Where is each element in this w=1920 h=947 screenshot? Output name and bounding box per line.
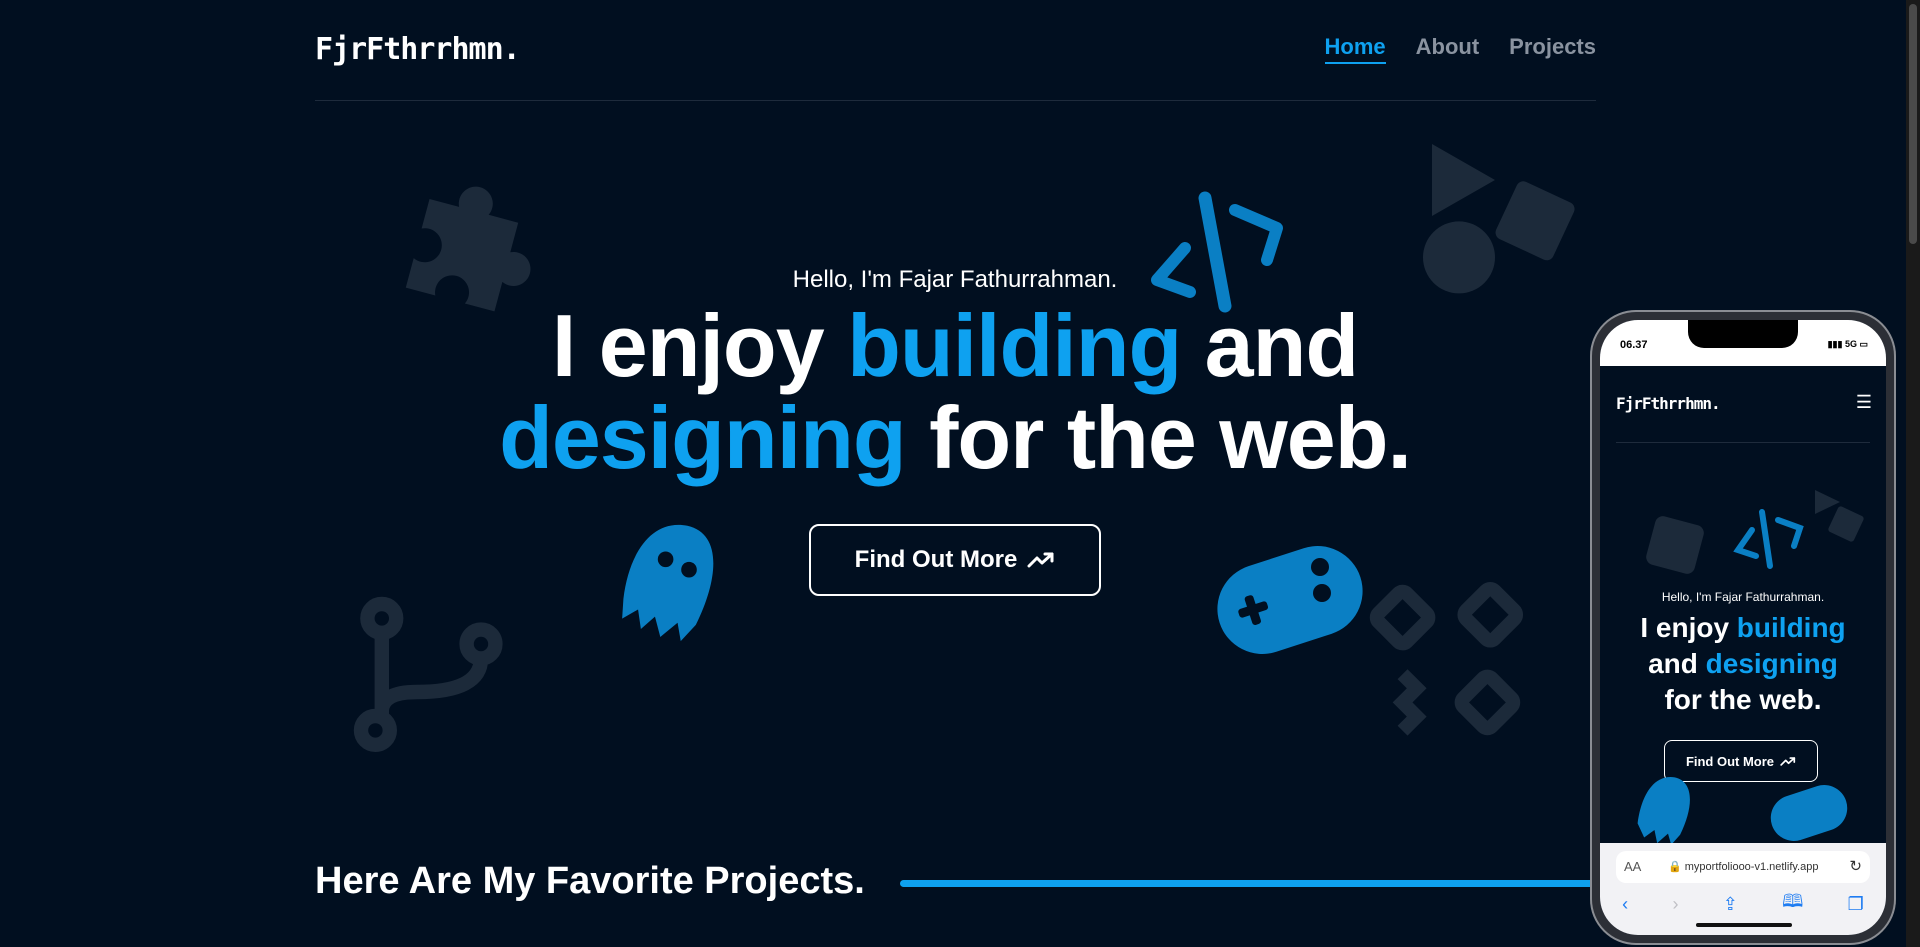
reload-icon[interactable]: ↻ bbox=[1849, 857, 1862, 875]
phone-statusbar: 06.37 ▮▮▮ 5G ▭ bbox=[1600, 320, 1886, 366]
phone-headline-text: for the web. bbox=[1664, 684, 1822, 715]
phone-headline-text: I enjoy bbox=[1640, 612, 1737, 643]
hero-greeting: Hello, I'm Fajar Fathurrahman. bbox=[792, 266, 1118, 293]
site-logo[interactable]: FjrFthrrhmn. bbox=[315, 32, 521, 67]
phone-decor-icons-bottom bbox=[1637, 777, 1848, 845]
trending-up-icon bbox=[1780, 756, 1796, 766]
phone-headline-highlight: building bbox=[1736, 612, 1846, 643]
browser-toolbar: ‹ › ⇪ 🕮 ❐ bbox=[1600, 889, 1886, 919]
headline-text: for the web. bbox=[905, 388, 1412, 487]
cta-label: Find Out More bbox=[854, 546, 1018, 573]
headline-highlight: designing bbox=[499, 388, 907, 487]
url-value: myportfoliooo-v1.netlify.app bbox=[1684, 861, 1819, 873]
phone-notch bbox=[1688, 320, 1798, 348]
home-indicator bbox=[1696, 923, 1792, 927]
share-icon[interactable]: ⇪ bbox=[1723, 894, 1738, 915]
projects-heading: Here Are My Favorite Projects. bbox=[315, 860, 865, 902]
nav-link-projects[interactable]: Projects bbox=[1509, 34, 1596, 64]
tabs-icon[interactable]: ❐ bbox=[1848, 894, 1864, 915]
forward-icon[interactable]: › bbox=[1672, 894, 1678, 915]
bookmarks-icon[interactable]: 🕮 bbox=[1782, 889, 1803, 919]
headline-highlight: building bbox=[847, 296, 1182, 395]
ghost-icon bbox=[622, 524, 714, 642]
url-text: 🔒 myportfoliooo-v1.netlify.app bbox=[1668, 861, 1819, 873]
page-scrollbar[interactable] bbox=[1906, 0, 1920, 947]
page: FjrFthrrhmn. Home About Projects Hello, … bbox=[0, 0, 1906, 947]
top-navbar: FjrFthrrhmn. Home About Projects bbox=[315, 28, 1596, 101]
phone-logo[interactable]: FjrFthrrhmn. bbox=[1616, 394, 1721, 413]
nav-link-about[interactable]: About bbox=[1416, 34, 1480, 64]
address-bar[interactable]: AA 🔒 myportfoliooo-v1.netlify.app ↻ bbox=[1616, 851, 1870, 883]
back-icon[interactable]: ‹ bbox=[1622, 894, 1628, 915]
nav-links: Home About Projects bbox=[1324, 34, 1596, 64]
phone-signal: ▮▮▮ 5G ▭ bbox=[1827, 339, 1868, 349]
nav-link-home[interactable]: Home bbox=[1324, 34, 1386, 64]
trending-up-icon bbox=[1027, 552, 1054, 568]
phone-headline-text: and bbox=[1648, 648, 1706, 679]
phone-hero-greeting: Hello, I'm Fajar Fathurrahman. bbox=[1661, 590, 1825, 604]
phone-decor-icons bbox=[1646, 490, 1864, 574]
projects-divider bbox=[900, 880, 1600, 887]
reader-mode-button[interactable]: AA bbox=[1624, 859, 1641, 874]
find-out-more-button[interactable]: Find Out More bbox=[809, 524, 1101, 596]
headline-text: I enjoy bbox=[551, 296, 848, 395]
browser-bar: AA 🔒 myportfoliooo-v1.netlify.app ↻ ‹ › … bbox=[1600, 843, 1886, 935]
phone-hero-headline: I enjoy building and designing for the w… bbox=[1600, 610, 1886, 718]
qr-icon bbox=[1369, 581, 1524, 736]
branch-icon bbox=[353, 596, 503, 752]
phone-network: 5G bbox=[1844, 339, 1857, 349]
scrollbar-thumb[interactable] bbox=[1909, 4, 1917, 244]
phone-time: 06.37 bbox=[1620, 339, 1648, 351]
phone-screen: 06.37 ▮▮▮ 5G ▭ FjrFthrrhmn. ☰ Hello, I'm… bbox=[1600, 320, 1886, 935]
phone-nav-divider bbox=[1616, 442, 1870, 443]
phone-cta-label: Find Out More bbox=[1685, 753, 1775, 769]
phone-mockup: 06.37 ▮▮▮ 5G ▭ FjrFthrrhmn. ☰ Hello, I'm… bbox=[1590, 310, 1896, 945]
phone-headline-highlight: designing bbox=[1705, 648, 1838, 679]
headline-text: and bbox=[1181, 296, 1359, 395]
hamburger-menu-icon[interactable]: ☰ bbox=[1856, 392, 1872, 413]
